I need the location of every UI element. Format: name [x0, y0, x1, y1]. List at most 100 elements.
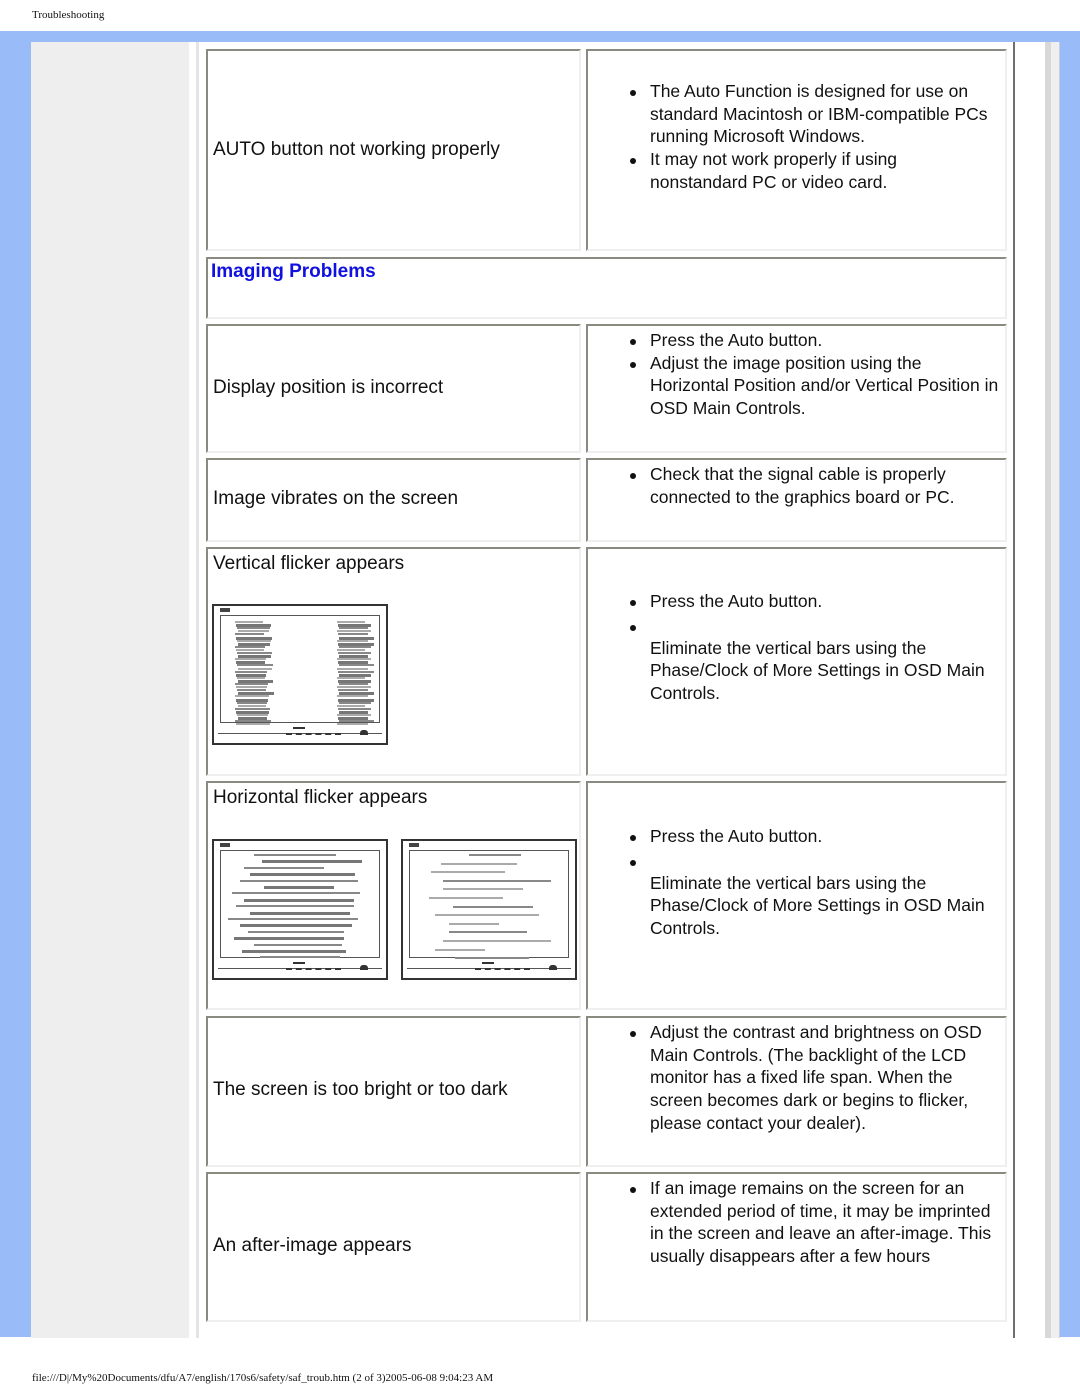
- illustration-line: [232, 892, 360, 895]
- illustration-line: [235, 707, 270, 710]
- illustration-line: [337, 686, 371, 689]
- content-divider: [196, 42, 199, 1338]
- illustration-line: [443, 940, 551, 942]
- monitor-brand-mark: [293, 962, 306, 964]
- problem-cell-auto-button: AUTO button not working properly: [206, 49, 581, 251]
- problem-cell-horizontal-flicker: Horizontal flicker appears: [206, 781, 581, 1010]
- solution-list: Press the Auto button. Eliminate the ver…: [628, 825, 999, 940]
- monitor-buttons: [286, 968, 342, 970]
- monitor-brand-mark: [293, 727, 306, 729]
- illustration-line: [234, 937, 344, 941]
- illustration-line: [242, 950, 346, 953]
- illustration-line: [338, 707, 371, 710]
- solution-cell-after-image: If an image remains on the screen for an…: [586, 1172, 1007, 1322]
- illustration-line: [237, 639, 271, 642]
- solution-item: Adjust the image position using the Hori…: [628, 352, 999, 420]
- illustration-line: [338, 633, 368, 636]
- illustration-line: [236, 723, 270, 726]
- problem-text: The screen is too bright or too dark: [213, 1079, 508, 1100]
- page-header-title: Troubleshooting: [32, 9, 105, 21]
- monitor-logo-icon: [220, 843, 230, 847]
- illustration-line: [337, 723, 368, 726]
- problem-cell-vertical-flicker: Vertical flicker appears: [206, 547, 581, 776]
- solution-item: Press the Auto button.: [628, 329, 999, 352]
- solution-cell-auto-button: The Auto Function is designed for use on…: [586, 49, 1007, 251]
- illustration-line: [338, 652, 371, 654]
- section-heading-cell: Imaging Problems: [206, 257, 1007, 319]
- illustration-line: [237, 714, 268, 716]
- scrollbar-edge[interactable]: [1051, 42, 1060, 1338]
- problem-text: Display position is incorrect: [213, 377, 444, 398]
- illustration-line: [237, 676, 265, 679]
- illustration-line: [337, 714, 371, 716]
- illustration-line: [443, 879, 551, 882]
- solution-item: Check that the signal cable is properly …: [628, 463, 999, 508]
- power-icon: [360, 965, 368, 970]
- illustration-line: [264, 886, 334, 889]
- solution-list: Check that the signal cable is properly …: [628, 463, 999, 508]
- illustration-line: [455, 957, 529, 960]
- illustration-line: [449, 931, 527, 934]
- illustration-line: [339, 627, 368, 630]
- problem-cell-brightness: The screen is too bright or too dark: [206, 1016, 581, 1167]
- illustration-line: [339, 645, 371, 648]
- problem-text: AUTO button not working properly: [213, 139, 500, 160]
- page-footer-path: file:///D|/My%20Documents/dfu/A7/english…: [32, 1372, 494, 1384]
- illustration-line: [337, 630, 371, 633]
- monitor-logo-icon: [220, 608, 230, 612]
- solution-item: Eliminate the vertical bars using the Ph…: [650, 637, 985, 704]
- illustration-line: [337, 621, 365, 623]
- illustration-line: [254, 943, 342, 946]
- illustration-line: [435, 914, 539, 917]
- illustration-line: [337, 658, 371, 661]
- illustration-line: [449, 922, 499, 925]
- solution-list: The Auto Function is designed for use on…: [628, 80, 999, 194]
- illustration-line: [429, 897, 503, 899]
- problem-text: Horizontal flicker appears: [213, 787, 428, 808]
- illustration-line: [236, 686, 267, 689]
- illustration-line: [443, 888, 523, 891]
- solution-cell-brightness: Adjust the contrast and brightness on OS…: [586, 1016, 1007, 1167]
- problem-text: Image vibrates on the screen: [213, 488, 459, 509]
- illustration-line: [237, 652, 272, 654]
- solution-item: It may not work properly if using nonsta…: [628, 148, 999, 193]
- problem-cell-image-vibrates: Image vibrates on the screen: [206, 458, 581, 542]
- illustration-line: [339, 664, 374, 667]
- solution-list: Press the Auto button. Adjust the image …: [628, 329, 999, 420]
- illustration-line: [238, 630, 269, 633]
- problem-cell-after-image: An after-image appears: [206, 1172, 581, 1322]
- solution-item: Eliminate the vertical bars using the Ph…: [650, 872, 985, 939]
- monitor-horizontal-flicker-image-after: [401, 839, 577, 980]
- monitor-vertical-flicker-image: [212, 604, 388, 745]
- illustration-line: [248, 930, 344, 933]
- power-icon: [549, 965, 557, 970]
- illustration-line: [338, 689, 368, 692]
- illustration-line: [339, 720, 374, 723]
- solution-list: Adjust the contrast and brightness on OS…: [628, 1021, 999, 1135]
- illustration-line: [250, 873, 355, 877]
- solution-cell-display-position: Press the Auto button. Adjust the image …: [586, 324, 1007, 453]
- illustration-line: [235, 633, 264, 636]
- left-sidebar: [31, 42, 189, 1338]
- illustration-line: [337, 695, 368, 698]
- problem-text: An after-image appears: [213, 1235, 412, 1256]
- monitor-buttons: [475, 968, 531, 970]
- illustration-line: [237, 627, 270, 630]
- solution-item-empty: [628, 613, 999, 637]
- solution-list: Press the Auto button. Eliminate the ver…: [628, 590, 999, 705]
- solution-item: If an image remains on the screen for an…: [628, 1177, 999, 1268]
- illustration-line: [235, 683, 268, 685]
- illustration-line: [235, 658, 266, 661]
- illustration-line: [337, 667, 368, 670]
- illustration-line: [237, 689, 266, 692]
- illustration-line: [262, 860, 362, 864]
- solution-cell-image-vibrates: Check that the signal cable is properly …: [586, 458, 1007, 542]
- illustration-line: [236, 648, 264, 651]
- illustration-line: [244, 866, 324, 869]
- illustration-line: [237, 701, 267, 704]
- illustration-line: [228, 918, 358, 920]
- illustration-line: [237, 664, 273, 667]
- illustration-line: [235, 645, 265, 648]
- illustration-line: [441, 862, 517, 865]
- solution-item: Press the Auto button.: [628, 825, 999, 848]
